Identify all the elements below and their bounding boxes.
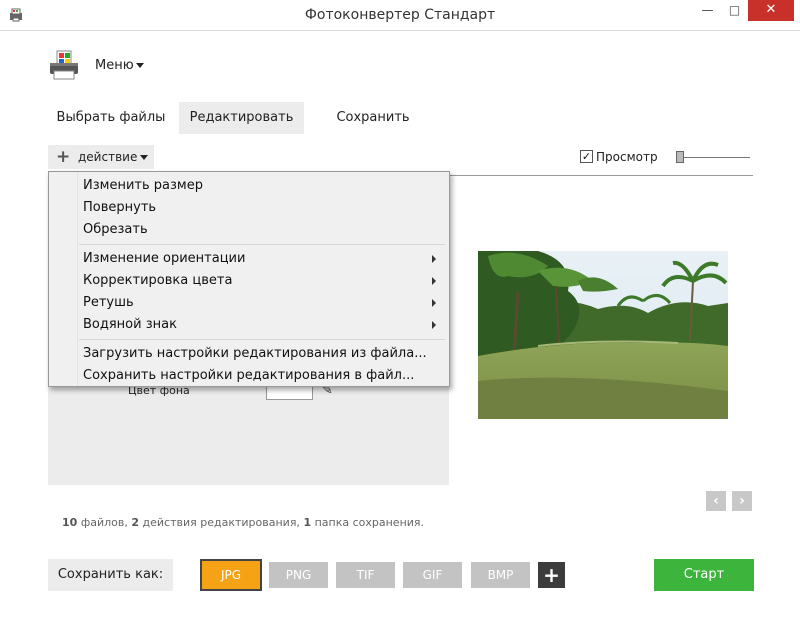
menu-item-color-correction[interactable]: Корректировка цвета <box>83 273 232 288</box>
menu-item-load-settings[interactable]: Загрузить настройки редактирования из фа… <box>83 346 427 361</box>
actions-count: 2 <box>131 516 140 529</box>
save-as-label: Сохранить как: <box>48 559 173 591</box>
actions-text: действия редактирования, <box>142 516 300 529</box>
tab-edit[interactable]: Редактировать <box>179 102 304 134</box>
preview-checkbox[interactable]: ✓ <box>580 150 593 163</box>
next-image-button[interactable]: › <box>732 491 752 511</box>
tab-select-files[interactable]: Выбрать файлы <box>48 102 174 134</box>
plus-icon: + <box>56 147 71 167</box>
menu-item-orientation[interactable]: Изменение ориентации <box>83 251 245 266</box>
close-button[interactable]: ✕ <box>748 0 794 21</box>
add-action-button[interactable]: + действие <box>48 145 154 169</box>
chevron-right-icon <box>432 299 436 307</box>
menu-separator <box>79 244 445 245</box>
window-title: Фотоконвертер Стандарт <box>304 7 496 23</box>
start-button[interactable]: Старт <box>654 559 754 591</box>
menu-item-resize[interactable]: Изменить размер <box>83 178 203 193</box>
maximize-button[interactable]: □ <box>721 0 748 21</box>
chevron-right-icon <box>432 277 436 285</box>
app-logo-icon[interactable] <box>48 49 80 81</box>
add-action-label: действие <box>78 150 138 164</box>
status-summary: 10 файлов, 2 действия редактирования, 1 … <box>62 516 424 529</box>
chevron-right-icon <box>432 321 436 329</box>
files-count: 10 <box>62 516 78 529</box>
minimize-button[interactable]: — <box>694 0 721 21</box>
chevron-down-icon[interactable] <box>136 63 144 68</box>
format-jpg-button[interactable]: JPG <box>200 559 262 591</box>
add-format-button[interactable]: + <box>538 562 565 588</box>
menu-item-watermark[interactable]: Водяной знак <box>83 317 177 332</box>
preview-image <box>478 251 728 419</box>
chevron-down-icon <box>140 155 148 160</box>
folders-count: 1 <box>303 516 312 529</box>
menu-gutter <box>77 172 78 386</box>
folders-text: папка сохранения. <box>314 516 425 529</box>
format-tif-button[interactable]: TIF <box>336 562 395 588</box>
zoom-slider-track[interactable] <box>680 157 750 158</box>
app-window: Фотоконвертер Стандарт — □ ✕ Меню Выбрат… <box>0 0 800 617</box>
preview-label: Просмотр <box>596 150 658 164</box>
tab-save[interactable]: Сохранить <box>318 102 428 134</box>
format-png-button[interactable]: PNG <box>269 562 328 588</box>
zoom-slider-thumb[interactable] <box>676 151 684 163</box>
action-dropdown-menu: Изменить размер Повернуть Обрезать Измен… <box>48 171 450 387</box>
menu-item-crop[interactable]: Обрезать <box>83 222 148 237</box>
format-bmp-button[interactable]: BMP <box>471 562 530 588</box>
files-text: файлов, <box>80 516 128 529</box>
menu-item-rotate[interactable]: Повернуть <box>83 200 156 215</box>
menu-item-save-settings[interactable]: Сохранить настройки редактирования в фай… <box>83 368 414 383</box>
title-bar: Фотоконвертер Стандарт — □ ✕ <box>0 0 800 31</box>
menu-item-retouch[interactable]: Ретушь <box>83 295 134 310</box>
menu-separator <box>79 339 445 340</box>
menu-button[interactable]: Меню <box>95 58 134 73</box>
chevron-right-icon <box>432 255 436 263</box>
previous-image-button[interactable]: ‹ <box>706 491 726 511</box>
format-gif-button[interactable]: GIF <box>403 562 462 588</box>
